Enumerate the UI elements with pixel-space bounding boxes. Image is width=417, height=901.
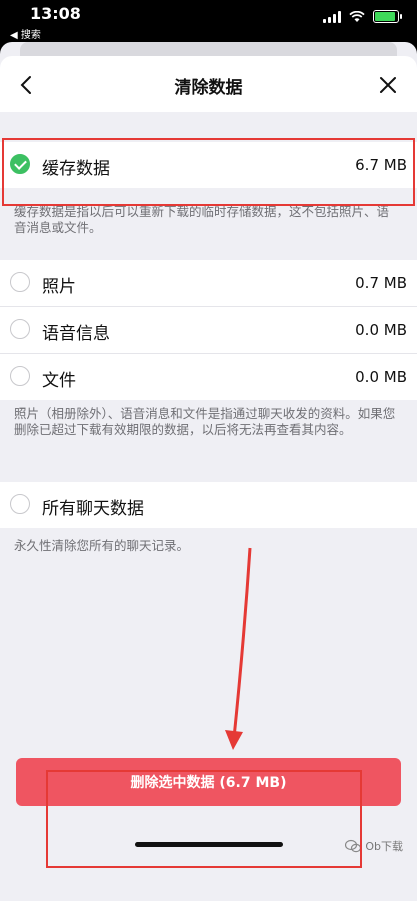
annotation-arrow-icon (225, 547, 252, 750)
